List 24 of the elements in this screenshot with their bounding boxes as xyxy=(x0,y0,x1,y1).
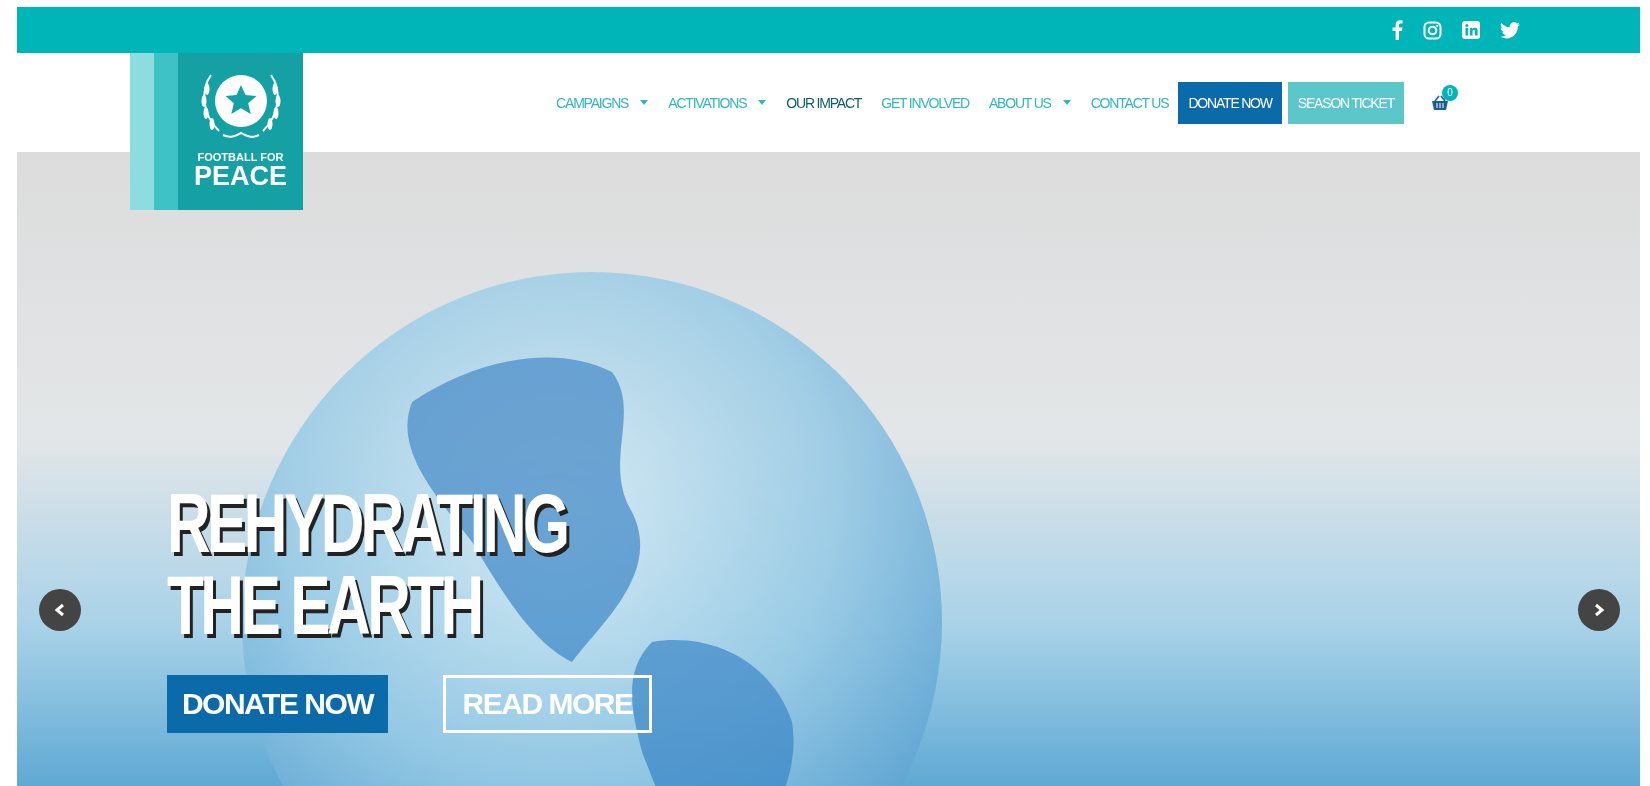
donate-button[interactable]: DONATE NOW xyxy=(1178,81,1282,124)
next-slide-button[interactable] xyxy=(1578,589,1620,631)
instagram-icon[interactable] xyxy=(1423,20,1442,40)
nav-link[interactable]: ACTIVATIONS xyxy=(668,94,767,111)
nav-link[interactable]: GET INVOLVED xyxy=(881,94,969,111)
ticket-button[interactable]: SEASON TICKET xyxy=(1287,81,1404,124)
nav-link[interactable]: CONTACT US xyxy=(1090,94,1169,111)
read-more-button[interactable]: READ MORE xyxy=(443,674,652,733)
caret-icon xyxy=(1062,100,1071,105)
caret-icon xyxy=(758,100,767,105)
donate-button[interactable]: DONATE NOW xyxy=(167,674,388,733)
logo-text: PEACE xyxy=(194,163,287,190)
chevron-right-icon xyxy=(1593,603,1605,617)
nav-link[interactable]: OUR IMPACT xyxy=(786,94,862,111)
chevron-left-icon xyxy=(54,603,66,617)
twitter-icon[interactable] xyxy=(1500,21,1520,39)
facebook-icon[interactable] xyxy=(1392,20,1403,40)
nav-link[interactable]: CAMPAIGNS xyxy=(556,94,649,111)
logo-text: FOOTBALL FOR xyxy=(197,151,284,163)
previous-slide-button[interactable] xyxy=(39,589,81,631)
nav-link[interactable]: ABOUT US xyxy=(989,94,1071,111)
cart-count-badge: 0 xyxy=(1442,84,1458,101)
linkedin-icon[interactable] xyxy=(1462,21,1480,39)
caret-icon xyxy=(640,100,649,105)
